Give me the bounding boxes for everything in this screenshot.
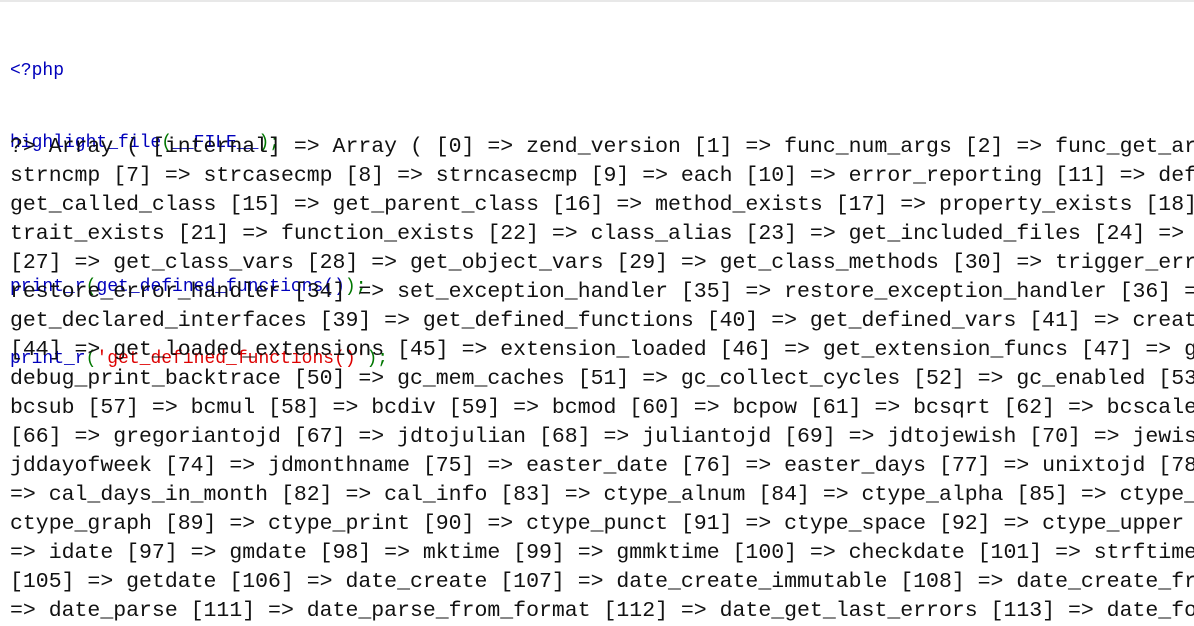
output-line: [105] => getdate [106] => date_create [1… xyxy=(10,570,1194,594)
output-line: get_declared_interfaces [39] => get_defi… xyxy=(10,309,1194,333)
output-line: => idate [97] => gmdate [98] => mktime [… xyxy=(10,541,1194,565)
output-line: => date_parse [111] => date_parse_from_f… xyxy=(10,599,1194,623)
output-line: ?> Array ( [internal] => Array ( [0] => … xyxy=(10,135,1194,159)
top-border xyxy=(0,0,1194,2)
output-line: ctype_graph [89] => ctype_print [90] => … xyxy=(10,512,1194,536)
output-line: jddayofweek [74] => jdmonthname [75] => … xyxy=(10,454,1194,478)
output-line: get_called_class [15] => get_parent_clas… xyxy=(10,193,1194,217)
output-line: [27] => get_class_vars [28] => get_objec… xyxy=(10,251,1194,275)
print-r-output: ?> Array ( [internal] => Array ( [0] => … xyxy=(10,133,1194,626)
source-line-open-tag: <?php xyxy=(10,59,1194,83)
output-line: => cal_days_in_month [82] => cal_info [8… xyxy=(10,483,1194,507)
output-line: strncmp [7] => strcasecmp [8] => strncas… xyxy=(10,164,1194,188)
output-line: bcsub [57] => bcmul [58] => bcdiv [59] =… xyxy=(10,396,1194,420)
php-open-tag: <?php xyxy=(10,61,65,81)
output-line: [44] => get_loaded_extensions [45] => ex… xyxy=(10,338,1194,362)
output-line: restore_error_handler [34] => set_except… xyxy=(10,280,1194,304)
output-line: [66] => gregoriantojd [67] => jdtojulian… xyxy=(10,425,1194,449)
output-line: debug_print_backtrace [50] => gc_mem_cac… xyxy=(10,367,1194,391)
output-line: trait_exists [21] => function_exists [22… xyxy=(10,222,1194,246)
